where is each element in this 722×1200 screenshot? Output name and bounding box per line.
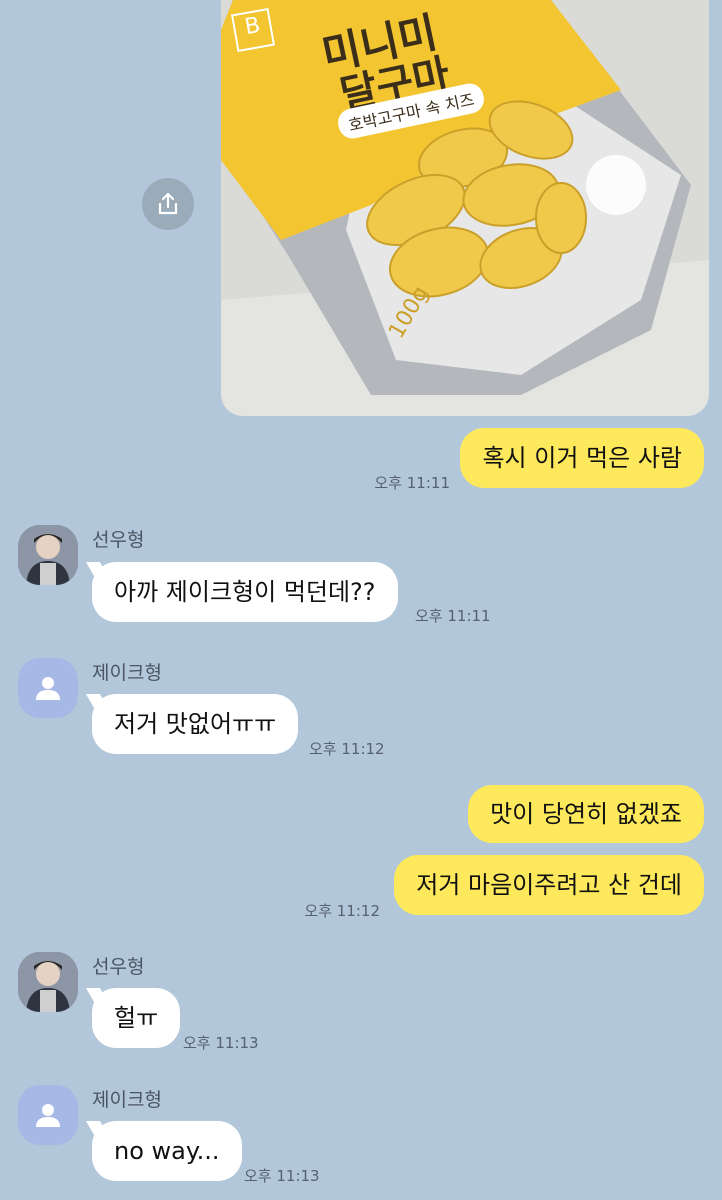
my-message-bubble[interactable]: 맛이 당연히 없겠죠 <box>468 785 704 843</box>
message-time: 오후 11:13 <box>183 1034 259 1052</box>
message-text: 혹시 이거 먹은 사람 <box>482 444 682 472</box>
message-text: no way... <box>114 1137 220 1165</box>
their-message-bubble[interactable]: 아까 제이크형이 먹던데?? <box>92 562 398 622</box>
shared-photo[interactable]: B 미니미 달구마 호박고구마 속 치즈 100g <box>221 0 709 416</box>
sender-name: 선우형 <box>92 956 145 978</box>
message-text: 맛이 당연히 없겠죠 <box>490 800 682 828</box>
avatar-sunwoo[interactable] <box>18 525 78 585</box>
sender-name: 선우형 <box>92 529 145 551</box>
message-time: 오후 11:11 <box>374 474 450 492</box>
share-button[interactable] <box>142 178 194 230</box>
snack-bag-image <box>221 0 709 416</box>
person-icon <box>36 1104 60 1127</box>
their-message-bubble[interactable]: 저거 맛없어ㅠㅠ <box>92 694 299 754</box>
their-message-bubble[interactable]: no way... <box>92 1121 242 1181</box>
my-message-bubble[interactable]: 저거 마음이주려고 산 건데 <box>394 855 704 915</box>
their-message-bubble[interactable]: 헐ㅠ <box>92 988 181 1048</box>
message-time: 오후 11:13 <box>244 1167 320 1185</box>
avatar-jake[interactable] <box>18 658 78 718</box>
message-time: 오후 11:12 <box>309 740 385 758</box>
avatar-jake[interactable] <box>18 1085 78 1145</box>
profile-photo <box>18 952 78 1012</box>
my-message-bubble[interactable]: 혹시 이거 먹은 사람 <box>460 428 704 488</box>
profile-photo <box>18 525 78 585</box>
message-time: 오후 11:11 <box>415 607 491 625</box>
sender-name: 제이크형 <box>92 662 162 684</box>
message-text: 저거 마음이주려고 산 건데 <box>416 871 682 899</box>
person-icon <box>36 677 60 700</box>
avatar-sunwoo[interactable] <box>18 952 78 1012</box>
message-time: 오후 11:12 <box>304 902 380 920</box>
message-text: 저거 맛없어ㅠㅠ <box>114 710 277 738</box>
message-text: 아까 제이크형이 먹던데?? <box>114 578 376 606</box>
sender-name: 제이크형 <box>92 1089 162 1111</box>
share-icon <box>158 192 178 215</box>
message-text: 헐ㅠ <box>114 1004 159 1032</box>
